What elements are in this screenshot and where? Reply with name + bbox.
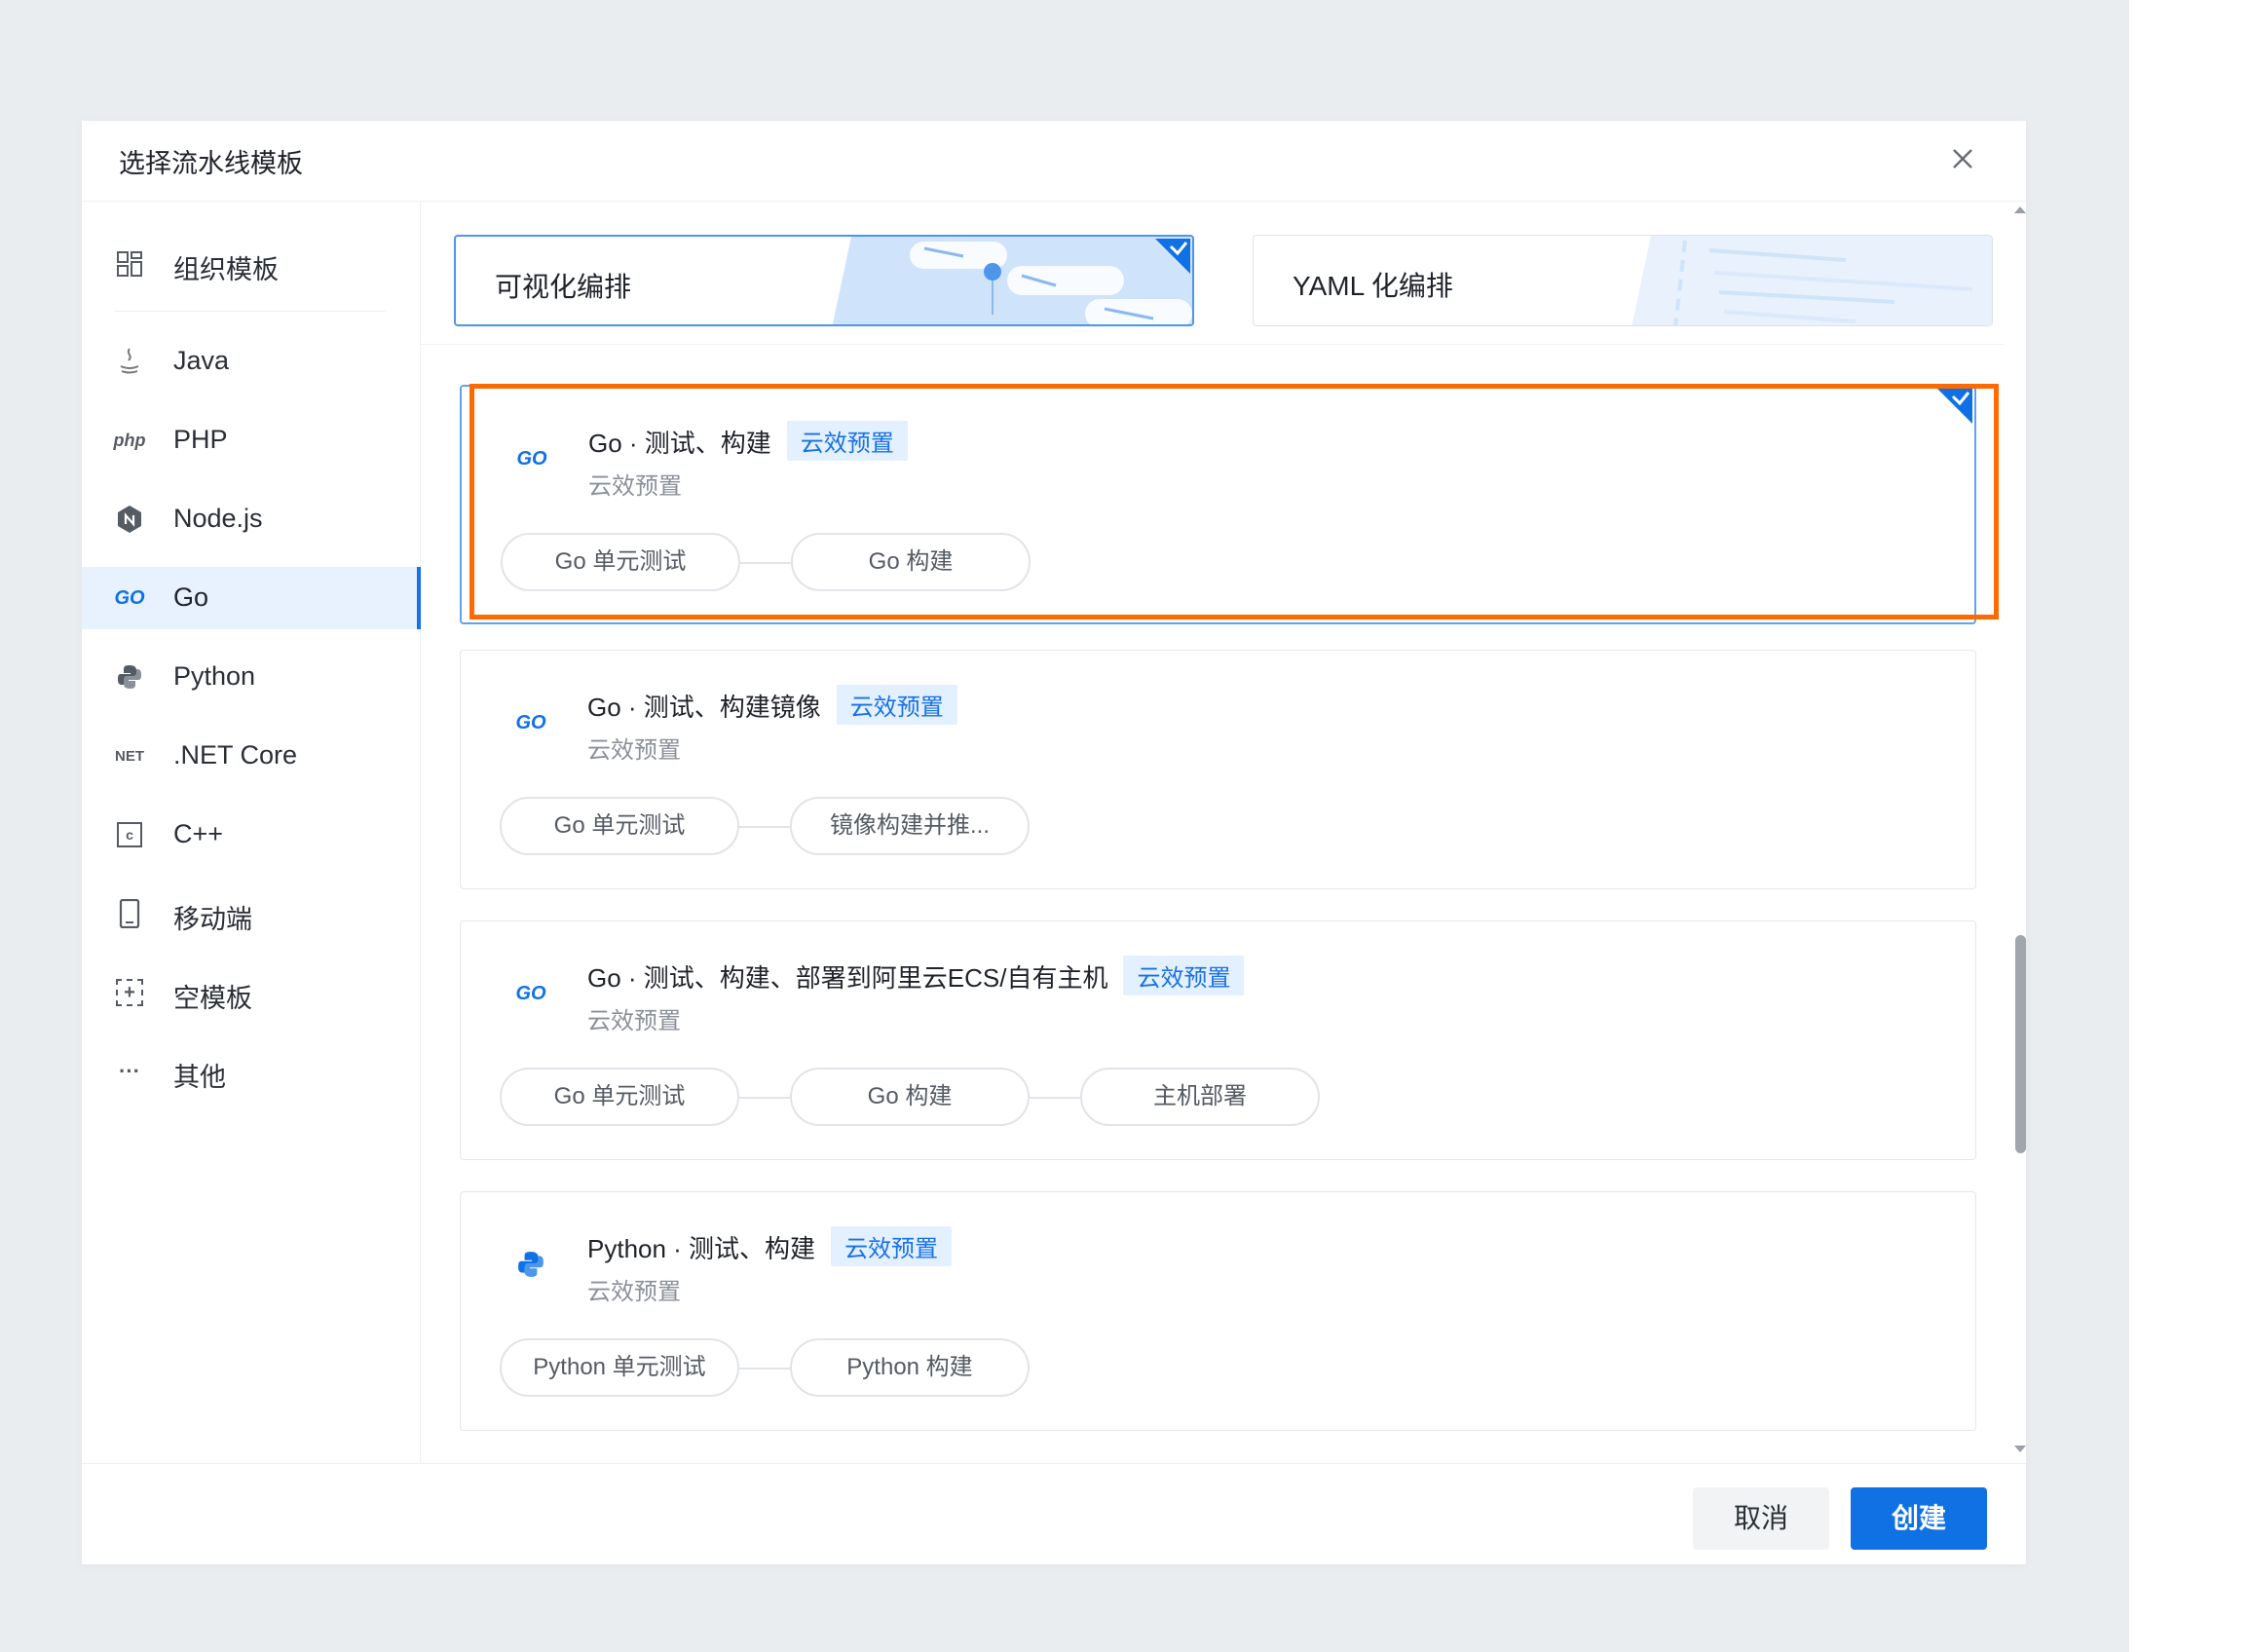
sidebar-item-empty-template[interactable]: + 空模板: [82, 961, 420, 1024]
dotnet-icon: NET: [115, 747, 144, 765]
template-subtitle: 云效预置: [587, 1008, 681, 1034]
content-divider: [421, 344, 2004, 345]
template-title: Go · 测试、构建 云效预置: [588, 421, 908, 461]
stage-pill: Go 单元测试: [501, 533, 740, 591]
java-icon: [115, 347, 144, 376]
python-icon: [115, 662, 144, 692]
go-icon: GO: [114, 586, 145, 609]
sidebar-item-org-templates[interactable]: 组织模板: [82, 233, 420, 295]
stage-pill: Python 构建: [790, 1338, 1030, 1397]
preset-badge: 云效预置: [786, 421, 908, 461]
stage-connector: [739, 1097, 790, 1099]
stage-pill: Go 构建: [791, 533, 1031, 591]
grid-icon: [115, 249, 144, 279]
template-card-go-test-build-image[interactable]: GO Go · 测试、构建镜像 云效预置 云效预置 Go 单元测试 镜像构建并推.…: [460, 650, 1976, 889]
sidebar-item-label: 组织模板: [173, 255, 279, 284]
sidebar-item-python[interactable]: Python: [82, 646, 420, 708]
template-card-go-test-build[interactable]: GO Go · 测试、构建 云效预置 云效预置 Go 单元测试 Go 构建: [460, 385, 1976, 624]
stage-connector: [740, 562, 791, 564]
sidebar-item-cpp[interactable]: c C++: [82, 804, 420, 866]
sidebar-divider: [115, 311, 386, 312]
sidebar-item-label: Java: [173, 346, 230, 375]
sidebar-item-go[interactable]: GO Go: [82, 567, 421, 629]
nodejs-icon: [115, 505, 144, 534]
scroll-up-arrow[interactable]: [2014, 206, 2026, 213]
preset-badge: 云效预置: [836, 685, 957, 725]
go-icon: GO: [516, 447, 547, 469]
sidebar-item-label: Python: [173, 661, 256, 691]
more-icon: ···: [119, 1059, 140, 1083]
template-subtitle: 云效预置: [587, 737, 681, 764]
dialog-title: 选择流水线模板: [119, 149, 303, 178]
create-button[interactable]: 创建: [1851, 1487, 1987, 1550]
stage-pill: Go 构建: [790, 1068, 1030, 1126]
template-card-python-test-build[interactable]: Python · 测试、构建 云效预置 云效预置 Python 单元测试 Pyth…: [460, 1191, 1976, 1431]
template-category-sidebar: 组织模板 Java php PHP Node.js GO Go Python N…: [82, 202, 421, 1463]
stage-connector: [1030, 1097, 1080, 1099]
scrollbar-thumb[interactable]: [2015, 935, 2026, 1153]
template-title-text: Go · 测试、构建: [588, 429, 771, 458]
php-icon: php: [113, 430, 146, 450]
template-title-text: Python · 测试、构建: [587, 1234, 816, 1263]
stage-pill: Python 单元测试: [500, 1338, 739, 1397]
close-icon: [1953, 149, 1972, 169]
sidebar-item-label: .NET Core: [173, 740, 298, 770]
template-card-go-test-build-deploy[interactable]: GO Go · 测试、构建、部署到阿里云ECS/自有主机 云效预置 云效预置 Go…: [460, 920, 1976, 1160]
go-icon: GO: [515, 711, 546, 733]
stage-pill: Go 单元测试: [500, 1068, 739, 1126]
mobile-icon: [115, 899, 144, 928]
scroll-down-arrow[interactable]: [2014, 1446, 2026, 1452]
mode-label: YAML 化编排: [1293, 271, 1453, 301]
sidebar-item-nodejs[interactable]: Node.js: [82, 488, 420, 550]
sidebar-item-label: Node.js: [173, 504, 263, 533]
stage-connector: [739, 826, 790, 828]
template-subtitle: 云效预置: [587, 1279, 681, 1305]
sidebar-item-label: 空模板: [173, 984, 252, 1013]
template-content: 可视化编排 YAML 化编排 GO Go · 测试、构建 云效预置 云效预置 G…: [421, 202, 2026, 1463]
sidebar-item-dotnet-core[interactable]: NET .NET Core: [82, 725, 420, 787]
cpp-icon: c: [117, 822, 142, 847]
stage-pill: 镜像构建并推...: [790, 797, 1030, 855]
sidebar-item-others[interactable]: ··· 其他: [82, 1040, 420, 1103]
stage-pill: 主机部署: [1080, 1068, 1320, 1126]
template-title: Go · 测试、构建镜像 云效预置: [587, 685, 957, 725]
mode-label: 可视化编排: [495, 272, 632, 302]
preset-badge: 云效预置: [831, 1226, 953, 1266]
pipeline-template-dialog: 选择流水线模板 组织模板 Java php PHP Node.js GO Go …: [82, 121, 2026, 1564]
yaml-mode-illustration: [1631, 236, 1992, 325]
python-icon: [513, 1247, 548, 1282]
mode-card-visual[interactable]: 可视化编排: [454, 235, 1194, 326]
selected-check-icon: [1155, 239, 1190, 274]
sidebar-item-label: C++: [173, 819, 224, 848]
sidebar-item-label: PHP: [173, 425, 228, 454]
close-button[interactable]: [1938, 134, 1987, 183]
template-subtitle: 云效预置: [588, 473, 682, 500]
selected-check-icon: [1937, 389, 1972, 424]
stage-pill: Go 单元测试: [500, 797, 739, 855]
mode-card-yaml[interactable]: YAML 化编排: [1253, 235, 1993, 326]
sidebar-item-label: 移动端: [173, 905, 252, 934]
template-title: Go · 测试、构建、部署到阿里云ECS/自有主机 云效预置: [587, 956, 1245, 995]
template-title: Python · 测试、构建 云效预置: [587, 1226, 953, 1266]
right-margin: [2129, 0, 2250, 1652]
empty-template-icon: +: [116, 979, 143, 1006]
preset-badge: 云效预置: [1123, 956, 1245, 995]
sidebar-item-mobile[interactable]: 移动端: [82, 882, 420, 945]
template-title-text: Go · 测试、构建镜像: [587, 693, 821, 722]
sidebar-item-java[interactable]: Java: [82, 330, 420, 393]
dialog-footer: 取消 创建: [82, 1463, 2026, 1565]
cancel-button[interactable]: 取消: [1693, 1487, 1829, 1550]
sidebar-item-label: 其他: [173, 1063, 226, 1092]
go-icon: GO: [515, 982, 546, 1004]
visual-mode-illustration: [832, 237, 1192, 324]
dialog-header: 选择流水线模板: [82, 121, 2026, 202]
sidebar-item-label: Go: [173, 582, 209, 612]
stage-connector: [739, 1368, 790, 1370]
sidebar-item-php[interactable]: php PHP: [82, 409, 420, 471]
template-title-text: Go · 测试、构建、部署到阿里云ECS/自有主机: [587, 963, 1108, 993]
